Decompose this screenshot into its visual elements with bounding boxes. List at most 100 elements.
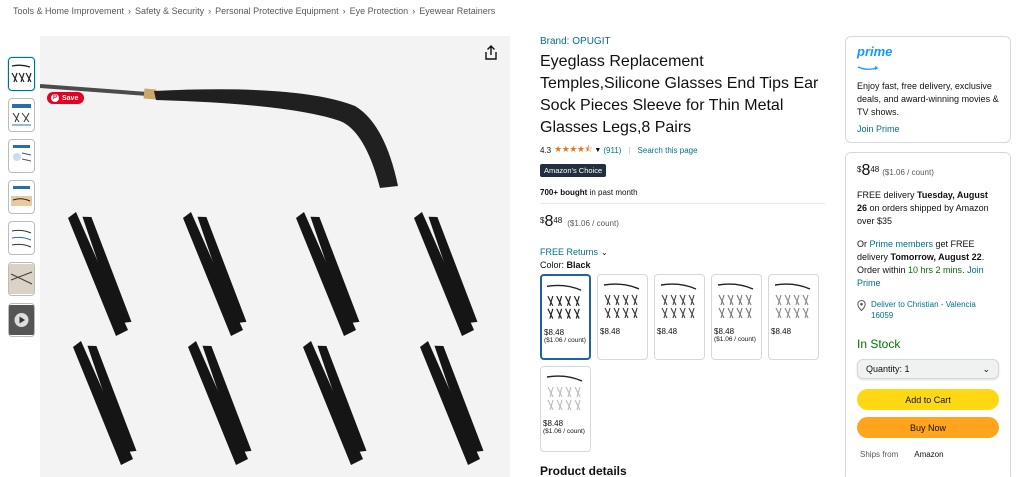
deliver-to-link[interactable]: Deliver to Christian - Valencia 16059 [857, 299, 999, 321]
color-selection: Color: Black [540, 260, 825, 270]
buy-box: $ 8 48 ($1.06 / count) FREE delivery Tue… [845, 152, 1011, 477]
chevron-down-icon[interactable]: ▼ [594, 147, 601, 154]
fastest-delivery-message: Or Prime members get FREE delivery Tomor… [857, 239, 985, 288]
color-swatch[interactable]: $8.48 ($1.06 / count) [711, 274, 762, 360]
chevron-down-icon: ⌄ [601, 247, 608, 257]
breadcrumb-link[interactable]: Personal Protective Equipment [215, 6, 339, 16]
thumbnail-infographic-2[interactable] [8, 139, 35, 173]
buybox-price: $ 8 48 ($1.06 / count) [857, 163, 999, 179]
thumbnail-video[interactable] [8, 303, 35, 337]
pinterest-icon: P [51, 94, 59, 102]
rating-value: 4.3 [540, 145, 552, 155]
ships-from-label: Ships from [860, 450, 899, 459]
swatch-price: $8.48 [544, 328, 565, 337]
infographic-thumbnail-icon [11, 229, 32, 248]
swatch-price: $8.48 [543, 419, 564, 428]
bought-in-past-month: 700+ bought in past month [540, 188, 825, 197]
share-icon[interactable] [483, 45, 499, 61]
join-prime-link[interactable]: Join Prime [857, 124, 999, 134]
thumbnail-lifestyle-1[interactable] [8, 262, 35, 296]
price-per-unit: ($1.06 / count) [567, 219, 619, 228]
stock-status: In Stock [857, 337, 901, 351]
color-swatches: $8.48 ($1.06 / count) $8.48 $8.48 $8.48 … [540, 274, 830, 452]
product-title: Eyeglass Replacement Temples,Silicone Gl… [540, 53, 819, 136]
breadcrumb: Tools & Home Improvement › Safety & Securi… [13, 6, 495, 16]
swatch-price: $8.48 [657, 327, 678, 336]
product-details-heading: Product details [540, 464, 627, 477]
free-returns-link[interactable]: FREE Returns ⌄ [540, 247, 825, 257]
add-to-cart-button[interactable]: Add to Cart [857, 389, 999, 410]
swatch-price: $8.48 [600, 327, 621, 336]
thumbnail-strip [8, 57, 35, 344]
countdown-timer: 10 hrs 2 mins [908, 265, 963, 275]
color-swatch[interactable]: $8.48 [597, 274, 648, 360]
divider [540, 203, 825, 204]
swatch-unit-price: ($1.06 / count) [544, 337, 586, 344]
swatch-image [600, 277, 645, 323]
divider: | [628, 145, 631, 155]
price: $ 8 48 ($1.06 / count) [540, 214, 825, 230]
search-this-page-link[interactable]: Search this page [638, 146, 698, 155]
thumbnail-infographic-4[interactable] [8, 221, 35, 255]
price-whole: 8 [861, 162, 871, 179]
breadcrumb-separator: › [128, 6, 132, 16]
lifestyle-thumbnail-icon [9, 264, 34, 294]
or-label: Or [857, 239, 870, 249]
fast-delivery-date: Tomorrow, August 22 [890, 252, 982, 262]
prime-description: Enjoy fast, free delivery, exclusive dea… [857, 81, 999, 117]
breadcrumb-separator: › [342, 6, 346, 16]
breadcrumb-link[interactable]: Eyewear Retainers [419, 6, 495, 16]
bought-suffix: in past month [587, 188, 638, 197]
star-rating-icon[interactable]: ★★★★⯪ [554, 142, 593, 158]
breadcrumb-separator: › [208, 6, 212, 16]
brand-link[interactable]: Brand: OPUGIT [540, 36, 825, 47]
save-label: Save [62, 94, 79, 102]
swatch-image [657, 277, 702, 323]
chevron-down-icon: ⌄ [982, 363, 990, 374]
swatch-price: $8.48 [714, 327, 735, 336]
delivery-prefix: FREE delivery [857, 190, 918, 200]
color-label: Color: [540, 260, 567, 270]
price-whole: 8 [544, 213, 554, 230]
thumbnail-product-1[interactable] [8, 57, 35, 91]
price-per-unit: ($1.06 / count) [882, 168, 934, 177]
product-photo [40, 84, 484, 465]
product-thumbnail-icon [11, 64, 32, 83]
color-swatch[interactable]: $8.48 ($1.06 / count) [540, 366, 591, 452]
swatch-image [771, 277, 816, 323]
swatch-image [714, 277, 759, 323]
quantity-select[interactable]: Quantity: 1 ⌄ [857, 359, 999, 379]
prime-logo: prime [857, 44, 893, 59]
color-swatch[interactable]: $8.48 ($1.06 / count) [540, 274, 591, 360]
price-fraction: 48 [553, 216, 563, 225]
product-info: Brand: OPUGIT Eyeglass Replacement Templ… [540, 36, 825, 477]
ships-from: Ships from Amazon [857, 450, 999, 459]
ratings-count-link[interactable]: (911) [603, 146, 621, 155]
color-swatch[interactable]: $8.48 [768, 274, 819, 360]
main-product-image[interactable] [40, 36, 510, 477]
price-fraction: 48 [870, 165, 880, 174]
swatch-image [544, 278, 587, 324]
breadcrumb-link[interactable]: Tools & Home Improvement [13, 6, 124, 16]
breadcrumb-link[interactable]: Eye Protection [350, 6, 409, 16]
swatch-unit-price: ($1.06 / count) [543, 428, 585, 435]
swatch-unit-price: ($1.06 / count) [714, 336, 756, 343]
prime-smile-icon [857, 65, 879, 71]
color-swatch[interactable]: $8.48 [654, 274, 705, 360]
ships-from-value: Amazon [914, 450, 944, 459]
thumbnail-infographic-1[interactable] [8, 98, 35, 132]
prime-members-link[interactable]: Prime members [870, 239, 934, 249]
free-returns-label: FREE Returns [540, 247, 599, 257]
amazons-choice-badge[interactable]: Amazon's Choice [540, 164, 607, 177]
rating-row: 4.3 ★★★★⯪ ▼ (911) | Search this page [540, 142, 825, 158]
thumbnail-infographic-3[interactable] [8, 180, 35, 214]
breadcrumb-link[interactable]: Safety & Security [135, 6, 204, 16]
quantity-value: Quantity: 1 [866, 364, 910, 374]
pinterest-save-button[interactable]: P Save [47, 92, 85, 104]
bought-count: 700+ bought [540, 188, 588, 197]
buy-now-button[interactable]: Buy Now [857, 417, 999, 438]
deliver-to-address: Deliver to Christian - Valencia 16059 [871, 300, 976, 320]
swatch-image [543, 369, 588, 415]
swatch-price: $8.48 [771, 327, 792, 336]
location-pin-icon [857, 300, 866, 311]
